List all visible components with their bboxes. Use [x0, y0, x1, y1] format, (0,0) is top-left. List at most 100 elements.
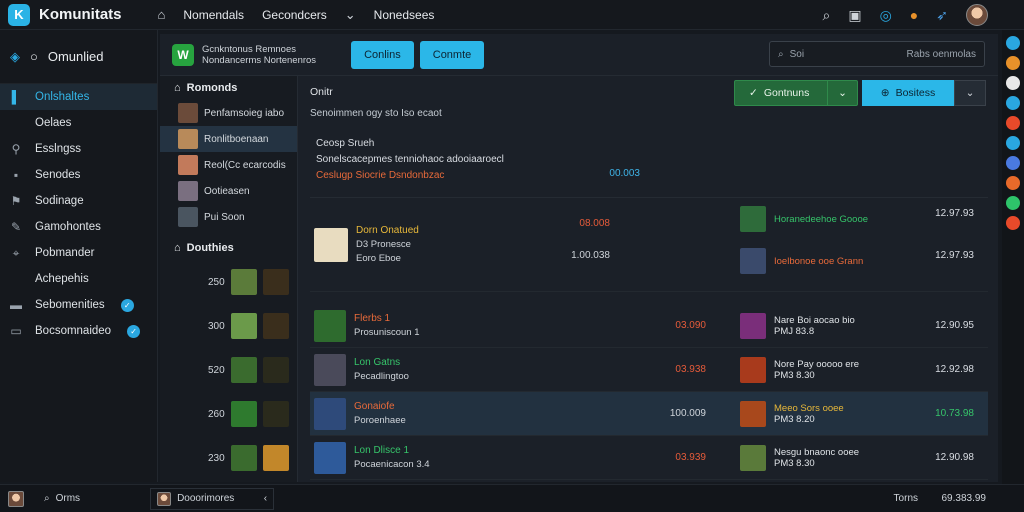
app-icon[interactable] — [1006, 196, 1020, 210]
row-thumbnail — [314, 353, 346, 386]
chevron-down-icon[interactable]: ⌄ — [954, 80, 986, 106]
app-icon[interactable] — [1006, 76, 1020, 90]
app-icon[interactable] — [1006, 176, 1020, 190]
app-icon[interactable] — [1006, 36, 1020, 50]
table-row-selected[interactable]: Gonaiofe Poroenhaee 100.009 Meeo Sors ooe… — [310, 392, 988, 436]
app-icon[interactable] — [1006, 56, 1020, 70]
app-icon[interactable] — [1006, 116, 1020, 130]
search-icon[interactable]: ⌕ — [44, 493, 50, 504]
avatar[interactable] — [8, 490, 24, 507]
search-placeholder: Soi — [789, 48, 805, 60]
sidebar-item-pobmander[interactable]: ⌖ Pobmander — [0, 240, 157, 266]
featured-post[interactable]: Ceosp Srueh Sonelscacepmes tenniohaoc ad… — [310, 128, 988, 198]
subnav-item[interactable]: Ootieasen — [160, 178, 297, 204]
subnav-item-active[interactable]: Ronlitboenaan — [160, 126, 297, 152]
sub-navigation: ⌂ Romonds Penfamsoieg iabo Ronlitboenaan … — [160, 76, 298, 482]
row-value: 03.090 — [675, 320, 706, 331]
table-row[interactable]: Flerbs 1 Prosuniscoun 1 03.090 Nare Boi a… — [310, 304, 988, 348]
group-row[interactable]: 520 — [160, 348, 297, 392]
row-subtitle: Poroenhaee — [354, 414, 406, 426]
conlins-button[interactable]: Conlins — [351, 40, 414, 69]
row-subtitle: Pocaenicacon 3.4 — [354, 458, 430, 470]
nav-item-second[interactable]: Gecondcers — [262, 8, 327, 22]
app-icon[interactable] — [1006, 136, 1020, 150]
chevron-down-icon[interactable]: ⌄ — [345, 7, 356, 23]
right-app-strip — [1002, 30, 1024, 484]
bottom-bar: ⌕ Orms Dooorimores ‹ Torns 69.383.99 — [0, 484, 1024, 512]
row-right-subtitle: PM3 8.30 — [774, 457, 815, 469]
subnav-item[interactable]: Pui Soon — [160, 204, 297, 230]
teal-action-button[interactable]: ⊕ Bositess ⌄ — [862, 80, 986, 106]
settings-icon[interactable]: ◎ — [880, 7, 892, 24]
sidebar-item-label: Gamohontes — [35, 221, 101, 233]
row-value: 100.009 — [669, 408, 706, 419]
row-number: 12.97.93 — [935, 208, 974, 219]
nav-item-home[interactable]: Nomendals — [183, 8, 244, 22]
sidebar-item-onlshaltes[interactable]: ▌ Onlshaltes — [0, 84, 157, 110]
row-right-thumbnail — [740, 248, 766, 274]
verified-badge: ✓ — [127, 324, 141, 338]
group-row[interactable]: 300 — [160, 304, 297, 348]
rocket-icon[interactable]: ➶ — [936, 7, 948, 24]
home-icon[interactable]: ⌂ — [158, 7, 166, 22]
notification-icon[interactable]: ● — [910, 7, 918, 23]
featured-title: Ceosp Srueh — [316, 138, 375, 149]
community-subtitle: Nondancerms Nortenenros — [202, 54, 317, 66]
table-row[interactable]: Lon Gatns Pecadlingtoo 03.938 Nore Pay oo… — [310, 348, 988, 392]
search-input[interactable]: ⌕ Soi Rabs oenmolas — [769, 41, 985, 67]
conmte-button[interactable]: Conmte — [419, 40, 485, 69]
row-title: Flerbs 1 — [354, 312, 391, 324]
subnav-item[interactable]: Penfamsoieg iabo — [160, 100, 297, 126]
sidebar-item-sodinage[interactable]: ⚑ Sodinage — [0, 188, 157, 214]
sidebar-item-bocsomnaideo[interactable]: ▭ Bocsomnaideo ✓ — [0, 318, 157, 344]
chevron-down-icon[interactable]: ⌄ — [827, 81, 857, 105]
sidebar-item-esslngss[interactable]: ⚲ Esslngss — [0, 136, 157, 162]
nav-item-third[interactable]: Nonedsees — [374, 8, 435, 22]
sidebar-item-sebomenities[interactable]: ▬ Sebomenities ✓ — [0, 292, 157, 318]
group-row[interactable]: 260 — [160, 392, 297, 436]
sidebar-item-label: Esslngss — [35, 143, 82, 155]
row-value: 03.938 — [675, 364, 706, 375]
app-icon[interactable] — [1006, 96, 1020, 110]
sidebar-item-senodes[interactable]: ▪ Senodes — [0, 162, 157, 188]
verified-badge: ✓ — [120, 298, 134, 312]
subnav-item[interactable]: Reol(Cc ecarcodis — [160, 152, 297, 178]
app-icon[interactable] — [1006, 156, 1020, 170]
teal-button-label: Bositess — [895, 87, 936, 99]
subnav-item-label: Reol(Cc ecarcodis — [204, 159, 286, 171]
group-row[interactable]: 250 — [160, 260, 297, 304]
item-thumbnail — [178, 181, 198, 201]
subnav-item-label: Penfamsoieg iabo — [204, 107, 285, 119]
community-header: W Gcnkntonus Remnoes Nondancerms Nortene… — [160, 34, 998, 76]
row-right-title: Nare Boi aocao bio — [774, 314, 855, 326]
row-right-subtitle: PM3 8.30 — [774, 369, 815, 381]
teal-button-main[interactable]: ⊕ Bositess — [862, 80, 954, 106]
sidebar-item-achepehis[interactable]: Achepehis — [0, 266, 157, 292]
sidebar-item-gamohontes[interactable]: ✎ Gamohontes — [0, 214, 157, 240]
main-panel: W Gcnkntonus Remnoes Nondancerms Nortene… — [160, 34, 998, 482]
top-actions: ⌕ ▣ ◎ ● ➶ — [823, 0, 1024, 30]
sidebar-item-label: Onlshaltes — [35, 91, 90, 103]
row-right-subtitle: PMJ 83.8 — [774, 325, 815, 337]
row-right-title: Nesgu bnaonc ooee — [774, 446, 860, 458]
group-row[interactable]: 230 — [160, 436, 297, 480]
main-nav: ⌂ Nomendals Gecondcers ⌄ Nonedsees — [158, 7, 435, 23]
table-row[interactable]: Dorn Onatued D3 Pronesce Eoro Eboe 08.008 … — [310, 198, 988, 292]
group-count: 520 — [208, 364, 225, 376]
row-text: Lon Dlisce 1 Pocaenicacon 3.4 — [346, 444, 596, 472]
square-icon[interactable]: ▣ — [848, 7, 861, 24]
square-icon: ▪ — [13, 168, 19, 182]
table-row[interactable]: Lon Dlisce 1 Pocaenicacon 3.4 03.939 Nesg… — [310, 436, 988, 480]
user-chip[interactable]: Dooorimores ‹ — [150, 487, 275, 510]
avatar[interactable] — [966, 4, 988, 26]
app-icon[interactable] — [1006, 216, 1020, 230]
sidebar-item-oelaes[interactable]: Oelaes — [0, 110, 157, 136]
row-number: 12.90.98 — [935, 452, 974, 463]
row-thumbnail — [314, 441, 346, 474]
subnav-section-title: ⌂ Douthies — [160, 236, 297, 260]
search-icon[interactable]: ⌕ — [823, 7, 831, 24]
green-action-button[interactable]: ✓ Gontnuns ⌄ — [734, 80, 858, 106]
row-right: Nore Pay ooooo ere PM3 8.30 — [740, 356, 859, 383]
chevron-left-icon[interactable]: ‹ — [264, 493, 267, 504]
app-logo[interactable]: K — [8, 3, 30, 26]
